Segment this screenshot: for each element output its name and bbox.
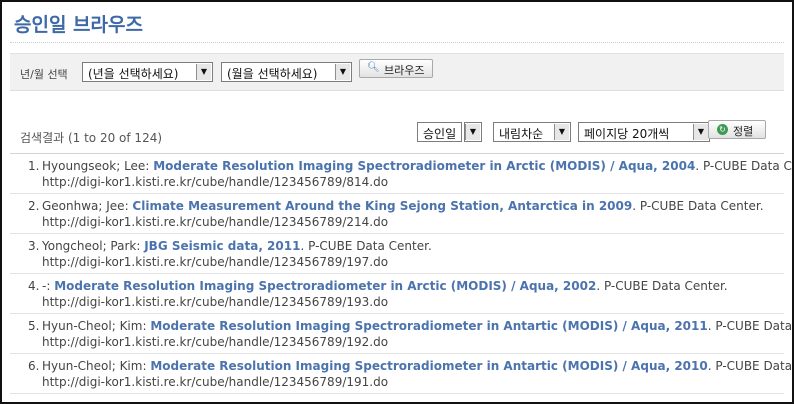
item-title-link[interactable]: Moderate Resolution Imaging Spectroradio… xyxy=(153,159,695,173)
dropdown-arrow-icon: ▼ xyxy=(554,124,569,140)
sort-order-select[interactable]: 내림차순 ▼ xyxy=(493,122,571,142)
results-list: 1. Hyoungseok; Lee: Moderate Resolution … xyxy=(10,154,792,394)
item-url: http://digi-kor1.kisti.re.kr/cube/handle… xyxy=(42,215,389,229)
item-number: 4. xyxy=(28,279,40,293)
item-publisher: . P-CUBE Data Center. xyxy=(596,279,728,293)
item-number: 5. xyxy=(28,319,40,333)
sort-field-value: 승인일 xyxy=(423,127,457,141)
browse-button-label: 브라우즈 xyxy=(384,64,425,77)
item-url: http://digi-kor1.kisti.re.kr/cube/handle… xyxy=(42,295,389,309)
item-url: http://digi-kor1.kisti.re.kr/cube/handle… xyxy=(42,255,389,269)
per-page-select[interactable]: 페이지당 20개씩 ▼ xyxy=(578,122,710,142)
item-number: 1. xyxy=(28,159,40,173)
item-publisher: . P-CUBE Data Center. xyxy=(632,199,764,213)
item-title-link[interactable]: JBG Seismic data, 2011 xyxy=(144,239,300,253)
page-title: 승인일 브라우즈 xyxy=(14,14,143,36)
item-authors: Yongcheol; Park: xyxy=(42,239,145,253)
list-item: 5. Hyun-Cheol; Kim: Moderate Resolution … xyxy=(10,314,792,354)
item-url: http://digi-kor1.kisti.re.kr/cube/handle… xyxy=(42,175,389,189)
item-authors: Hyun-Cheol; Kim: xyxy=(42,359,151,373)
item-url: http://digi-kor1.kisti.re.kr/cube/handle… xyxy=(42,335,389,349)
title-divider xyxy=(10,42,784,43)
item-url: http://digi-kor1.kisti.re.kr/cube/handle… xyxy=(42,375,389,389)
browse-button[interactable]: 🔍︎ 브라우즈 xyxy=(359,59,433,78)
filter-label: 년/월 선택 xyxy=(20,68,68,81)
year-select[interactable]: (년을 선택하세요) ▼ xyxy=(82,62,213,82)
item-title-link[interactable]: Climate Measurement Around the King Sejo… xyxy=(132,199,632,213)
dropdown-arrow-icon: ▼ xyxy=(693,124,708,140)
dropdown-arrow-icon: ▼ xyxy=(335,64,350,80)
result-count: 검색결과 (1 to 20 of 124) xyxy=(20,131,163,145)
magnifier-icon: 🔍︎ xyxy=(367,62,380,73)
sort-button[interactable]: ↻ 정렬 xyxy=(708,120,766,139)
list-item: 2. Geonhwa; Jee: Climate Measurement Aro… xyxy=(10,194,784,234)
item-authors: Hyoungseok; Lee: xyxy=(42,159,154,173)
list-item: 6. Hyun-Cheol; Kim: Moderate Resolution … xyxy=(10,354,792,394)
list-item: 1. Hyoungseok; Lee: Moderate Resolution … xyxy=(10,154,792,194)
list-item: 4. -: Moderate Resolution Imaging Spectr… xyxy=(10,274,784,314)
month-select-value: (월을 선택하세요) xyxy=(227,67,318,81)
item-title-link[interactable]: Moderate Resolution Imaging Spectroradio… xyxy=(150,319,707,333)
list-item: 3. Yongcheol; Park: JBG Seismic data, 20… xyxy=(10,234,784,274)
filter-bar: 년/월 선택 (년을 선택하세요) ▼ (월을 선택하세요) ▼ 🔍︎ 브라우즈 xyxy=(10,53,784,91)
item-number: 2. xyxy=(28,199,40,213)
browse-panel: 승인일 브라우즈 년/월 선택 (년을 선택하세요) ▼ (월을 선택하세요) … xyxy=(0,0,794,404)
item-authors: Geonhwa; Jee: xyxy=(42,199,133,213)
item-title-link[interactable]: Moderate Resolution Imaging Spectroradio… xyxy=(54,279,596,293)
item-publisher: . P-CUBE Data Center. xyxy=(695,159,792,173)
sort-order-value: 내림차순 xyxy=(499,127,544,141)
sort-field-dropdown[interactable]: ▼ xyxy=(464,122,482,142)
item-publisher: . P-CUBE Data Center. xyxy=(707,319,793,333)
item-authors: -: xyxy=(42,279,55,293)
year-select-value: (년을 선택하세요) xyxy=(88,67,179,81)
item-authors: Hyun-Cheol; Kim: xyxy=(42,319,151,333)
item-title-link[interactable]: Moderate Resolution Imaging Spectroradio… xyxy=(150,359,707,373)
item-number: 3. xyxy=(28,239,40,253)
per-page-value: 페이지당 20개씩 xyxy=(584,127,670,141)
dropdown-arrow-icon: ▼ xyxy=(465,124,480,140)
sort-field-select[interactable]: 승인일 xyxy=(417,122,462,142)
sort-button-label: 정렬 xyxy=(733,125,754,138)
item-publisher: . P-CUBE Data Center. xyxy=(300,239,432,253)
month-select[interactable]: (월을 선택하세요) ▼ xyxy=(221,62,352,82)
item-number: 6. xyxy=(28,359,40,373)
item-publisher: . P-CUBE Data Center. xyxy=(707,359,793,373)
dropdown-arrow-icon: ▼ xyxy=(196,64,211,80)
refresh-icon: ↻ xyxy=(717,124,728,135)
